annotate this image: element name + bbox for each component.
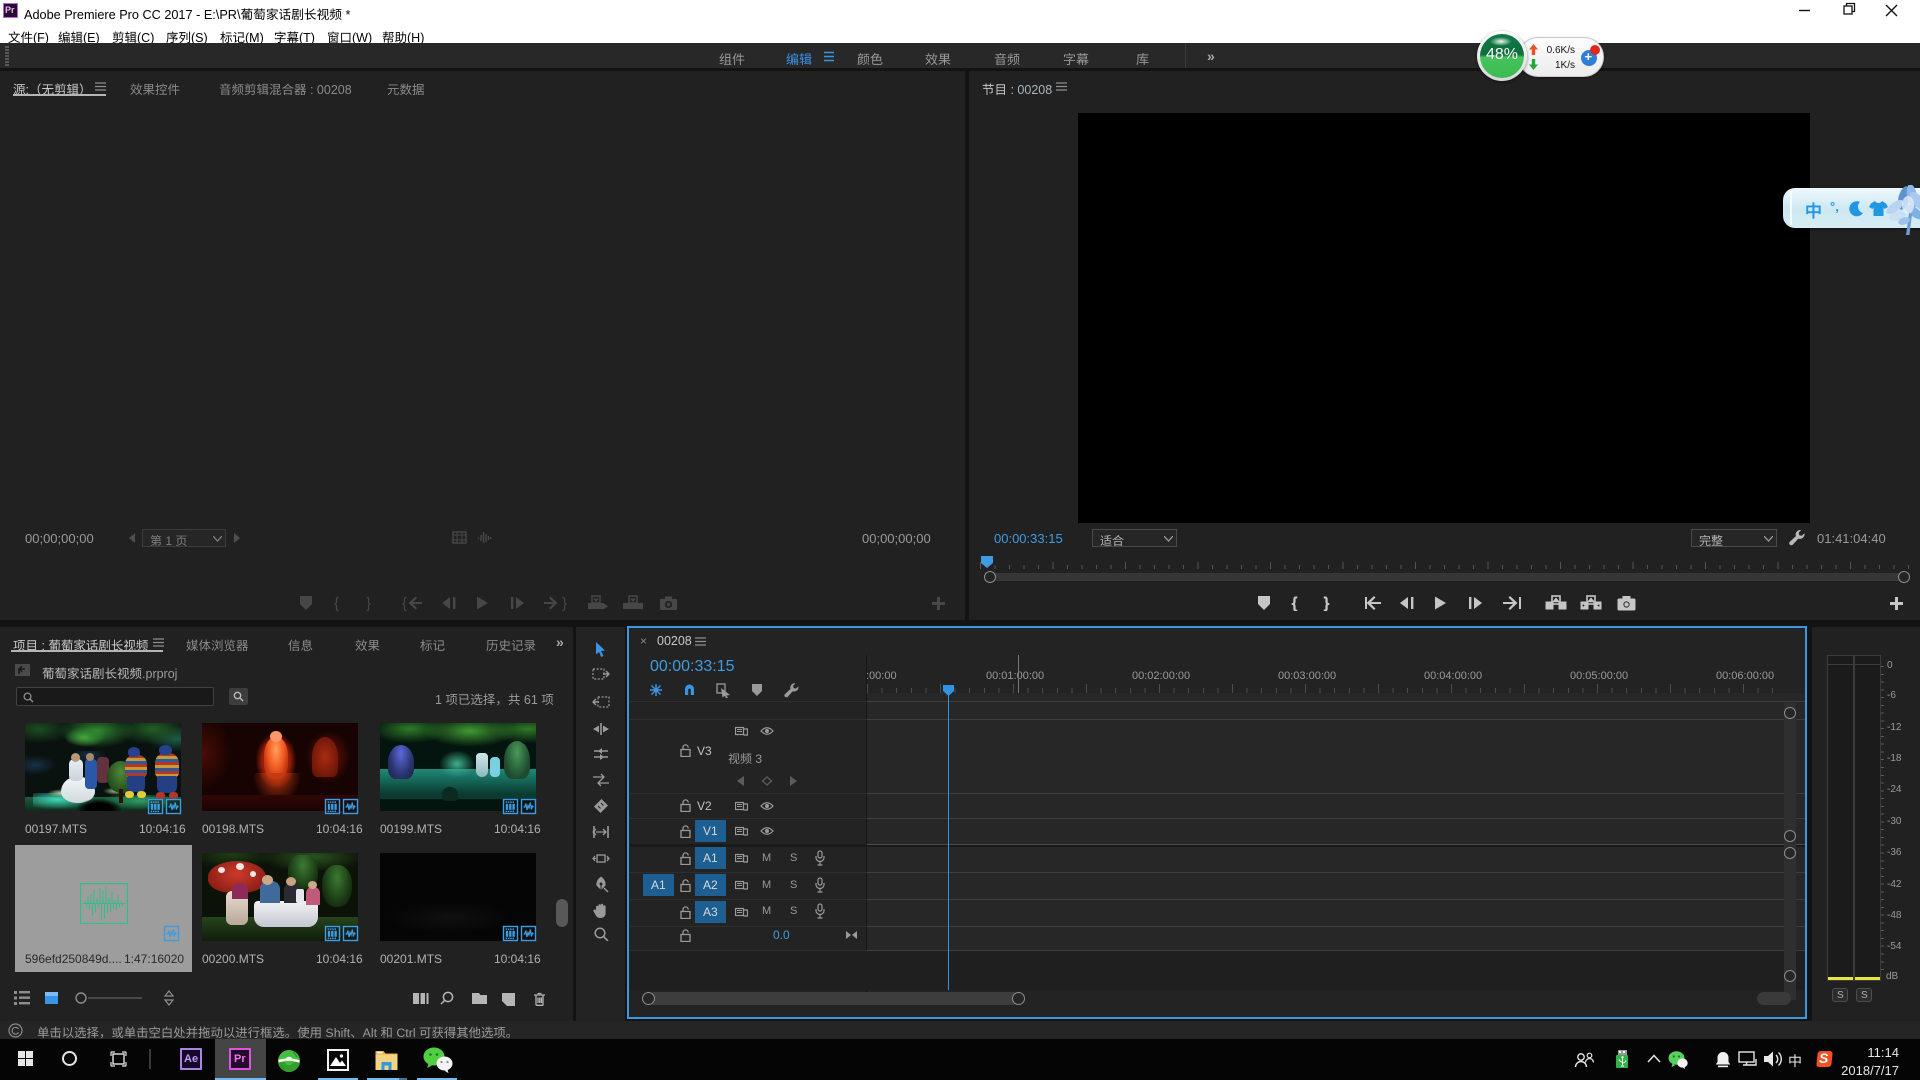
svg-text:{: { <box>402 595 407 611</box>
svg-text:{: { <box>1292 595 1297 611</box>
svg-text:}: } <box>366 595 371 611</box>
svg-text:}: } <box>562 595 567 611</box>
svg-text:{: { <box>334 595 339 611</box>
svg-text:}: } <box>1324 595 1329 611</box>
